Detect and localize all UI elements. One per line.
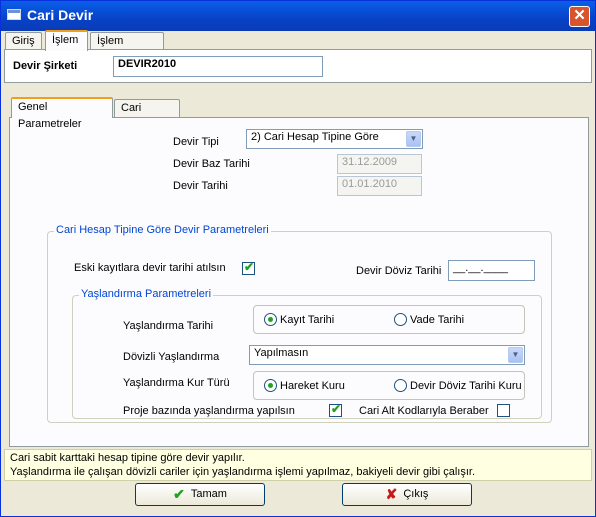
checkmark-icon: ✔: [244, 260, 255, 274]
ok-label: Tamam: [190, 488, 227, 500]
devir-tipi-label: Devir Tipi: [173, 136, 219, 148]
checkmark-icon: ✔: [173, 486, 185, 503]
dovizli-label: Dövizli Yaşlandırma: [123, 351, 220, 363]
radio-vade-tarihi-label: Vade Tarihi: [410, 314, 465, 326]
kur-turu-label: Yaşlandırma Kur Türü: [123, 377, 230, 389]
radio-vade-tarihi[interactable]: [394, 313, 407, 326]
status-line-1: Cari sabit karttaki hesap tipine göre de…: [10, 452, 245, 464]
status-line-2: Yaşlandırma ile çalışan dövizli cariler …: [10, 466, 476, 478]
cancel-label: Çıkış: [403, 488, 429, 500]
radio-kayit-tarihi-label: Kayıt Tarihi: [280, 314, 335, 326]
eski-kayit-checkbox[interactable]: ✔: [242, 260, 255, 275]
close-icon: ✕: [573, 7, 586, 24]
doviz-tarihi-label: Devir Döviz Tarihi: [356, 265, 442, 277]
company-label: Devir Şirketi: [13, 60, 78, 72]
baz-tarihi-field[interactable]: 31.12.2009: [337, 154, 422, 174]
devir-tarihi-field[interactable]: 01.01.2010: [337, 176, 422, 196]
window-title: Cari Devir: [27, 7, 94, 23]
yaslandirma-title: Yaşlandırma Parametreleri: [79, 288, 214, 300]
genel-parametreler-panel: Devir Tipi 2) Cari Hesap Tipine Göre ▼ D…: [9, 117, 589, 447]
devir-tarihi-label: Devir Tarihi: [173, 180, 228, 192]
dovizli-select[interactable]: Yapılmasın ▼: [249, 345, 525, 365]
cross-icon: ✘: [385, 486, 398, 503]
company-field[interactable]: DEVIR2010: [113, 56, 323, 77]
cancel-button[interactable]: ✘ Çıkış: [342, 483, 472, 506]
proje-label: Proje bazında yaşlandırma yapılsın: [123, 405, 295, 417]
kur-turu-radio-group: Hareket Kuru Devir Döviz Tarihi Kuru: [253, 371, 525, 400]
tab-genel-parametreler[interactable]: Genel Parametreler: [11, 97, 113, 130]
window-icon: [7, 9, 21, 20]
radio-kayit-tarihi[interactable]: [264, 313, 277, 326]
devir-tipi-value: 2) Cari Hesap Tipine Göre: [251, 131, 379, 143]
doviz-tarihi-field[interactable]: __.__.____: [448, 260, 535, 281]
radio-devir-doviz-kuru[interactable]: [394, 379, 407, 392]
yas-tarihi-radio-group: Kayıt Tarihi Vade Tarihi: [253, 305, 525, 334]
cari-devir-window: Cari Devir ✕ Giriş İşlem İşlem Sonucu De…: [0, 0, 596, 517]
yaslandirma-group: Yaşlandırma Parametreleri Yaşlandırma Ta…: [72, 288, 542, 419]
radio-selected-icon: [268, 383, 273, 388]
tab-islem[interactable]: İşlem: [45, 30, 88, 51]
radio-selected-icon: [268, 317, 273, 322]
tab-cari-kisitlari[interactable]: Cari Kısıtları: [114, 99, 180, 131]
company-band: Devir Şirketi DEVIR2010: [4, 49, 592, 83]
status-panel: Cari sabit karttaki hesap tipine göre de…: [4, 449, 592, 481]
eski-kayit-label: Eski kayıtlara devir tarihi atılsın: [74, 262, 226, 274]
title-bar[interactable]: Cari Devir ✕: [1, 1, 595, 31]
radio-hareket-kuru[interactable]: [264, 379, 277, 392]
radio-devir-doviz-kuru-label: Devir Döviz Tarihi Kuru: [410, 380, 522, 392]
devir-tipi-select[interactable]: 2) Cari Hesap Tipine Göre ▼: [246, 129, 423, 149]
checkmark-icon: ✔: [331, 402, 342, 416]
baz-tarihi-label: Devir Baz Tarihi: [173, 158, 250, 170]
ok-button[interactable]: ✔ Tamam: [135, 483, 265, 506]
radio-hareket-kuru-label: Hareket Kuru: [280, 380, 345, 392]
proje-checkbox[interactable]: ✔: [329, 402, 342, 417]
alt-kod-label: Cari Alt Kodlarıyla Beraber: [359, 405, 489, 417]
devir-parametreleri-title: Cari Hesap Tipine Göre Devir Parametrele…: [54, 224, 271, 236]
alt-kod-checkbox[interactable]: [497, 404, 510, 417]
yas-tarihi-label: Yaşlandırma Tarihi: [123, 320, 214, 332]
devir-parametreleri-group: Cari Hesap Tipine Göre Devir Parametrele…: [47, 224, 552, 423]
chevron-down-icon[interactable]: ▼: [508, 347, 523, 363]
close-button[interactable]: ✕: [569, 6, 590, 27]
dovizli-value: Yapılmasın: [254, 347, 309, 359]
chevron-down-icon[interactable]: ▼: [406, 131, 421, 147]
